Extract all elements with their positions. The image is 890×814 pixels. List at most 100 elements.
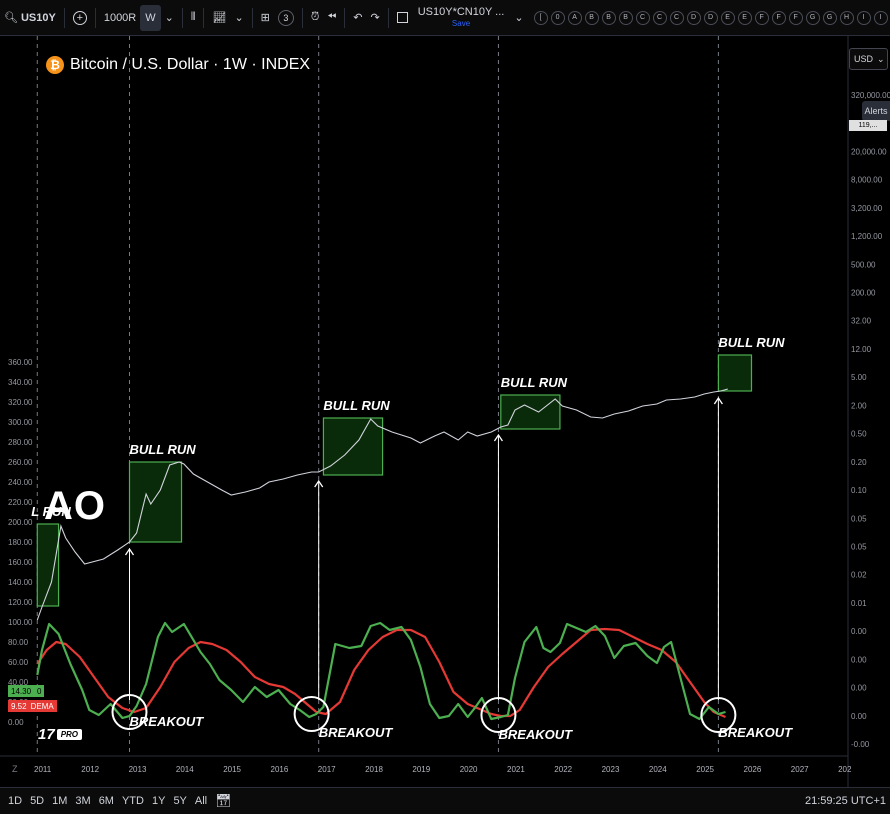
quick-symbol-10[interactable]: D: [703, 10, 718, 25]
x-axis-tick: 2012: [81, 765, 99, 774]
range-button-1d[interactable]: 1D: [4, 795, 26, 807]
compare-checkbox[interactable]: [393, 5, 412, 31]
undo-button[interactable]: ↶: [349, 5, 366, 31]
currency-label: USD: [854, 54, 874, 64]
price-axis-label: 0.05: [851, 514, 867, 523]
interval-weekly-button[interactable]: W: [140, 4, 161, 31]
left-axis-tick: 160.00: [8, 558, 33, 567]
plus-icon: +: [72, 10, 87, 25]
quick-symbol-1[interactable]: 0: [550, 10, 565, 25]
z-label: Z: [12, 764, 18, 774]
range-button-1m[interactable]: 1M: [48, 795, 71, 807]
interval-range-button[interactable]: 1000R: [100, 5, 140, 31]
quick-symbol-7[interactable]: C: [652, 10, 667, 25]
chart-type-button[interactable]: ⫴: [187, 5, 200, 31]
quick-symbol-20[interactable]: I: [873, 10, 888, 25]
compare-symbol[interactable]: US10Y*CN10Y ... Save: [412, 6, 511, 29]
quick-symbol-2[interactable]: A: [567, 10, 582, 25]
quick-symbol-11[interactable]: E: [720, 10, 735, 25]
quick-symbol-16[interactable]: G: [805, 10, 820, 25]
checkbox-icon: [396, 12, 408, 23]
date-range-button[interactable]: 📅︎: [211, 788, 236, 814]
add-symbol-button[interactable]: +: [69, 5, 91, 31]
x-axis-tick: 2020: [460, 765, 478, 774]
interval-dropdown[interactable]: ⌄: [161, 5, 178, 31]
bull-run-label: BULL RUN: [718, 335, 785, 350]
chart-title-row: ₿ Bitcoin / U.S. Dollar · 1W · INDEX: [46, 56, 310, 74]
x-axis-tick: 2022: [554, 765, 572, 774]
indicators-button[interactable]: 📈︎: [208, 5, 230, 31]
quick-symbol-14[interactable]: F: [771, 10, 786, 25]
quick-symbol-9[interactable]: D: [686, 10, 701, 25]
left-axis-tick: 320.00: [8, 398, 33, 407]
redo-button[interactable]: ↷: [367, 5, 384, 31]
range-button-ytd[interactable]: YTD: [118, 795, 148, 807]
range-button-5d[interactable]: 5D: [26, 795, 48, 807]
quick-symbol-13[interactable]: F: [754, 10, 769, 25]
x-axis-tick: 2013: [129, 765, 147, 774]
price-axis-label: 0.00: [851, 684, 867, 693]
alert-button[interactable]: ⏰︎: [307, 5, 324, 31]
price-axis-label: 2.00: [851, 401, 867, 410]
x-axis-tick: 2026: [744, 765, 762, 774]
alerts-tab[interactable]: Alerts: [862, 101, 890, 121]
x-axis-tick: 2016: [271, 765, 289, 774]
quick-symbol-17[interactable]: G: [822, 10, 837, 25]
tradingview-logo[interactable]: 17 PRO: [38, 726, 83, 743]
quick-symbol-8[interactable]: C: [669, 10, 684, 25]
price-axis-label: -0.00: [851, 740, 870, 749]
undo-icon: ↶: [353, 12, 363, 24]
quick-symbol-0[interactable]: [: [533, 10, 548, 25]
grid-icon: ⊞: [260, 12, 270, 24]
replay-button[interactable]: ⏪︎: [323, 5, 340, 31]
price-axis-label: 20,000.00: [851, 147, 887, 156]
signal-value-tag: 9.52 DEMA: [8, 700, 57, 712]
x-axis-tick: 2018: [365, 765, 383, 774]
price-axis-label: 500.00: [851, 260, 876, 269]
range-button-all[interactable]: All: [191, 795, 211, 807]
clock: 21:59:25 UTC+1: [804, 795, 886, 807]
left-axis-tick: 240.00: [8, 478, 33, 487]
chevron-down-icon: ⌄: [514, 12, 524, 24]
quick-symbol-4[interactable]: B: [601, 10, 616, 25]
chevron-down-icon: ⌄: [234, 12, 244, 24]
quick-symbol-12[interactable]: E: [737, 10, 752, 25]
search-icon: 🔍︎: [4, 12, 18, 24]
x-axis-tick: 2014: [176, 765, 194, 774]
x-axis-tick: 2027: [791, 765, 809, 774]
quick-symbol-5[interactable]: B: [618, 10, 633, 25]
quick-symbol-15[interactable]: F: [788, 10, 803, 25]
left-axis-tick: 0.00: [8, 718, 24, 727]
chart-area[interactable]: 360.00 340.00 320.00 300.00 280.00 260.00 240.…: [0, 36, 890, 787]
quick-symbol-18[interactable]: H: [839, 10, 854, 25]
price-axis-label: 320,000.00: [851, 91, 890, 100]
range-button-1y[interactable]: 1Y: [148, 795, 169, 807]
bull-run-box: [36, 523, 60, 607]
x-axis-tick: 2023: [602, 765, 620, 774]
layouts-button[interactable]: ⊞: [257, 5, 274, 31]
left-axis-tick: 280.00: [8, 438, 33, 447]
alarm-icon: ⏰︎: [310, 11, 320, 23]
price-axis-label: 0.02: [851, 571, 867, 580]
range-button-5y[interactable]: 5Y: [169, 795, 190, 807]
compare-dropdown[interactable]: ⌄: [510, 5, 527, 31]
quick-symbol-19[interactable]: I: [856, 10, 871, 25]
layout-count[interactable]: 3: [274, 5, 298, 31]
redo-icon: ↷: [370, 12, 380, 24]
range-button-6m[interactable]: 6M: [95, 795, 118, 807]
bottom-toolbar: 1D 5D 1M 3M 6M YTD 1Y 5Y All 📅︎ 21:59:25 UTC+1: [0, 787, 890, 814]
symbol-search[interactable]: 🔍︎ US10Y: [0, 5, 60, 31]
indicators-dropdown[interactable]: ⌄: [230, 5, 247, 31]
x-axis-tick: 2021: [507, 765, 525, 774]
symbol-label: US10Y: [20, 11, 56, 24]
quick-symbol-3[interactable]: B: [584, 10, 599, 25]
quick-symbol-list: [0 A B B B C C C D D E E F F F G G H I I: [533, 10, 888, 25]
left-axis-tick: 260.00: [8, 458, 33, 467]
range-buttons: 1D 5D 1M 3M 6M YTD 1Y 5Y All: [4, 795, 211, 807]
price-axis-label: 32.00: [851, 317, 872, 326]
quick-symbol-6[interactable]: C: [635, 10, 650, 25]
x-axis-tick: 202: [838, 765, 852, 774]
currency-selector[interactable]: USD ⌄: [849, 48, 888, 70]
range-button-3m[interactable]: 3M: [71, 795, 94, 807]
indicators-icon: 📈︎: [212, 12, 227, 24]
